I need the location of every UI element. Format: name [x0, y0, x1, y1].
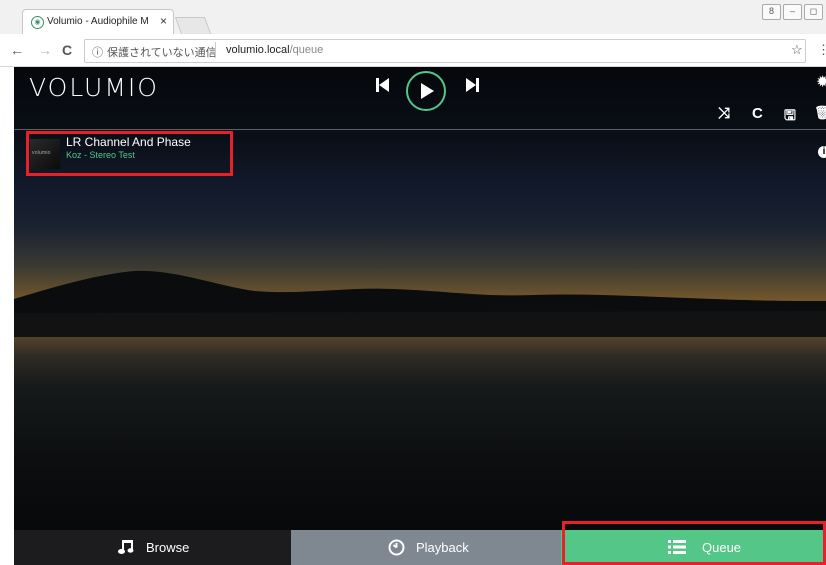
save-playlist-icon[interactable]: 🖫	[784, 105, 800, 123]
annotation-highlight-queue-item	[26, 131, 233, 176]
shuffle-icon[interactable]: ⤨	[718, 105, 734, 122]
browser-tab[interactable]: ◉ Volumio - Audiophile M ×	[22, 9, 174, 35]
url-text: volumio.local/queue	[226, 44, 323, 56]
address-bar[interactable]: ⓘ 保護されていない通信 volumio.local/queue	[84, 39, 806, 63]
play-icon	[421, 83, 434, 99]
url-separator	[215, 42, 216, 58]
skip-previous-icon[interactable]	[376, 77, 390, 93]
insecure-connection-label: 保護されていない通信	[107, 47, 217, 59]
volumio-favicon-icon: ◉	[31, 16, 44, 29]
water-reflection	[14, 337, 826, 457]
delete-queue-icon[interactable]: 🗑	[814, 105, 826, 121]
minimize-button[interactable]: –	[783, 4, 802, 20]
playback-tab[interactable]: Playback	[291, 530, 561, 565]
browse-tab[interactable]: Browse	[14, 530, 291, 565]
gear-icon[interactable]: ✹	[816, 72, 826, 92]
lake-landscape-background	[14, 270, 826, 337]
annotation-highlight-queue-tab	[562, 521, 826, 565]
playback-label: Playback	[416, 540, 469, 555]
forward-button[interactable]: →	[38, 42, 52, 58]
music-note-icon	[118, 540, 134, 554]
tab-title: Volumio - Audiophile M	[47, 16, 149, 27]
bookmark-star-icon[interactable]: ☆	[791, 42, 803, 58]
browser-tab-strip: ◉ Volumio - Audiophile M × 8 – ◻	[0, 0, 826, 35]
page-margin	[0, 67, 14, 565]
site-info-icon[interactable]: ⓘ	[92, 44, 103, 60]
info-icon[interactable]: i	[818, 146, 826, 158]
clock-icon	[388, 539, 405, 556]
url-host: volumio.local	[226, 44, 290, 56]
user-profile-button[interactable]: 8	[762, 4, 781, 20]
app-header: VOLUMIO ✹ ⤨ C 🖫 🗑	[14, 67, 826, 129]
tab-close-icon[interactable]: ×	[160, 14, 167, 28]
volumio-logo: VOLUMIO	[29, 73, 159, 102]
new-tab-button[interactable]	[174, 17, 212, 34]
header-divider	[14, 129, 826, 130]
browser-menu-icon[interactable]: ⋮	[817, 42, 826, 58]
browse-label: Browse	[146, 540, 190, 555]
url-path: /queue	[289, 44, 324, 56]
back-button[interactable]: ←	[10, 42, 24, 58]
reload-button[interactable]: C	[62, 42, 72, 58]
browser-toolbar: ← → C ⓘ 保護されていない通信 volumio.local/queue ☆…	[0, 34, 826, 67]
play-button[interactable]	[406, 71, 446, 111]
skip-next-icon[interactable]	[466, 77, 480, 93]
volumio-app: VOLUMIO ✹ ⤨ C 🖫 🗑 volumio LR Channel And…	[14, 67, 826, 565]
repeat-icon[interactable]: C	[752, 105, 768, 122]
maximize-button[interactable]: ◻	[804, 4, 823, 20]
